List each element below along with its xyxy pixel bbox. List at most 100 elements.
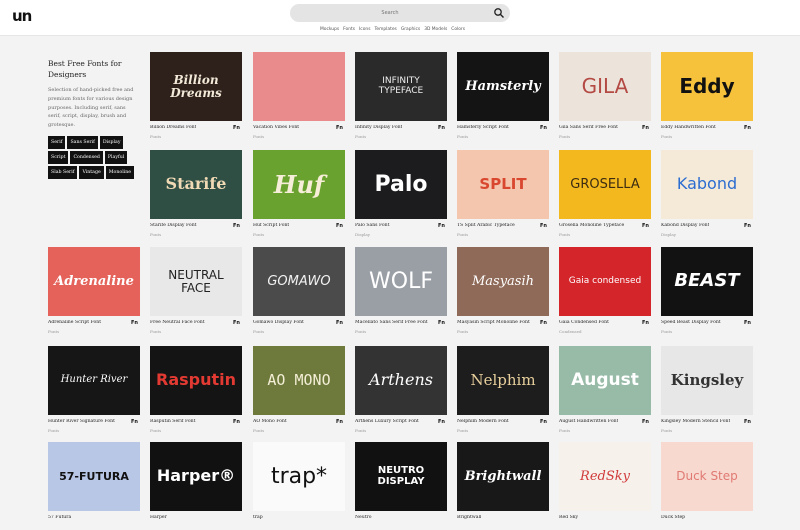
nav-3d-models[interactable]: 3D Models	[424, 27, 447, 35]
nav-fonts[interactable]: Fonts	[343, 27, 355, 35]
font-thumbnail[interactable]: Eddy	[661, 52, 753, 121]
nav-colors[interactable]: Colors	[451, 27, 465, 35]
font-thumbnail[interactable]: Adrenaline	[48, 247, 140, 316]
font-thumbnail[interactable]: Duck Step	[661, 442, 753, 511]
font-card[interactable]: Masyasih Masyasih Script Monoline Font Fn F…	[457, 247, 549, 335]
fn-badge[interactable]: Fn	[438, 320, 445, 326]
font-card[interactable]: NEUTRO DISPLAY Neutro	[355, 442, 447, 530]
font-card[interactable]: trap* trap	[253, 442, 345, 530]
font-card-title[interactable]: Grosella Monoline Typeface	[559, 223, 624, 228]
font-card[interactable]: Hamsterly Hamsterly Script Font Fn Fonts	[457, 52, 549, 140]
font-card[interactable]: GOMAWO Gomawo Display Font Fn Fonts	[253, 247, 345, 335]
tag-slab-serif[interactable]: Slab Serif	[48, 165, 78, 179]
font-thumbnail[interactable]: NEUTRAL FACE	[150, 247, 242, 316]
font-thumbnail[interactable]: Billion Dreams	[150, 52, 242, 121]
fn-badge[interactable]: Fn	[233, 419, 240, 425]
font-thumbnail[interactable]: WOLF	[355, 247, 447, 316]
font-card[interactable]: Starife Starife Display Font Fn Fonts	[150, 150, 242, 238]
fn-badge[interactable]: Fn	[233, 223, 240, 229]
font-thumbnail[interactable]: Nelphim	[457, 346, 549, 415]
font-card[interactable]: Adrenaline Adrenaline Script Font Fn Fonts	[48, 247, 140, 335]
nav-graphics[interactable]: Graphics	[401, 27, 420, 35]
tag-display[interactable]: Display	[99, 135, 124, 149]
font-thumbnail[interactable]: Rasputin	[150, 346, 242, 415]
font-card[interactable]: Brightwall Brightwall	[457, 442, 549, 530]
font-thumbnail[interactable]: BEAST	[661, 247, 753, 316]
font-thumbnail[interactable]: SPLIT	[457, 150, 549, 219]
font-card-title[interactable]: Hamsterly Script Font	[457, 125, 509, 130]
font-card-title[interactable]: Gomawo Display Font	[253, 320, 304, 325]
font-card-title[interactable]: Macellato Sans Serif Free Font	[355, 320, 428, 325]
font-card[interactable]: Vacation Vibes Font Fn Fonts	[253, 52, 345, 140]
fn-badge[interactable]: Fn	[131, 419, 138, 425]
font-card[interactable]: Huf Huf Script Font Fn Fonts	[253, 150, 345, 238]
font-card[interactable]: GROSELLA Grosella Monoline Typeface Fn Font…	[559, 150, 651, 238]
font-card-title[interactable]: Kabond Display Font	[661, 223, 709, 228]
font-card[interactable]: Gaia condensed Gaia Condensed Font Fn Conde…	[559, 247, 651, 335]
font-thumbnail[interactable]: Kingsley	[661, 346, 753, 415]
font-card-title[interactable]: Kingsley Modern Stencil Font	[661, 419, 730, 424]
font-card[interactable]: Kabond Kabond Display Font Fn Display	[661, 150, 753, 238]
font-card[interactable]: BEAST Speed Beast Display Font Fn Fonts	[661, 247, 753, 335]
font-card-title[interactable]: Duck Step	[661, 515, 685, 520]
font-thumbnail[interactable]: INFINITY TYPEFACE	[355, 52, 447, 121]
font-card-title[interactable]: Red Sky	[559, 515, 578, 520]
fn-badge[interactable]: Fn	[438, 125, 445, 131]
font-card-title[interactable]: Neutro	[355, 515, 372, 520]
font-card[interactable]: Harper® Harper	[150, 442, 242, 530]
font-card-title[interactable]: August Handwritten Font	[559, 419, 618, 424]
fn-badge[interactable]: Fn	[540, 419, 547, 425]
font-card-title[interactable]: Speed Beast Display Font	[661, 320, 721, 325]
font-card-title[interactable]: TS Split Arabic Typeface	[457, 223, 515, 228]
font-thumbnail[interactable]: Huf	[253, 150, 345, 219]
fn-badge[interactable]: Fn	[540, 125, 547, 131]
font-thumbnail[interactable]: Arthens	[355, 346, 447, 415]
font-card[interactable]: GILA Gila Sans Serif Free Font Fn Fonts	[559, 52, 651, 140]
fn-badge[interactable]: Fn	[336, 125, 343, 131]
tag-script[interactable]: Script	[48, 150, 69, 164]
fn-badge[interactable]: Fn	[540, 320, 547, 326]
font-thumbnail[interactable]: August	[559, 346, 651, 415]
fn-badge[interactable]: Fn	[131, 320, 138, 326]
font-card[interactable]: Kingsley Kingsley Modern Stencil Font Fn Fo…	[661, 346, 753, 434]
font-card-title[interactable]: Infinity Display Font	[355, 125, 402, 130]
font-thumbnail[interactable]: Gaia condensed	[559, 247, 651, 316]
font-thumbnail[interactable]: Masyasih	[457, 247, 549, 316]
fn-badge[interactable]: Fn	[744, 320, 751, 326]
font-card-title[interactable]: AO Mono Font	[253, 419, 287, 424]
fn-badge[interactable]: Fn	[642, 125, 649, 131]
font-card[interactable]: Palo Palo Sans Font Fn Display	[355, 150, 447, 238]
font-card-title[interactable]: Free Neutral Face Font	[150, 320, 205, 325]
fn-badge[interactable]: Fn	[642, 419, 649, 425]
font-card-title[interactable]: Billion Dreams Font	[150, 125, 196, 130]
font-card[interactable]: Eddy Eddy Handwritten Font Fn Fonts	[661, 52, 753, 140]
font-card-title[interactable]: 57 Futura	[48, 515, 71, 520]
tag-vintage[interactable]: Vintage	[79, 165, 104, 179]
font-thumbnail[interactable]: Hunter River	[48, 346, 140, 415]
fn-badge[interactable]: Fn	[744, 419, 751, 425]
font-thumbnail[interactable]: Starife	[150, 150, 242, 219]
fn-badge[interactable]: Fn	[336, 320, 343, 326]
tag-monoline[interactable]: Monoline	[105, 165, 135, 179]
nav-icons[interactable]: Icons	[359, 27, 370, 35]
font-card[interactable]: SPLIT TS Split Arabic Typeface Fn Fonts	[457, 150, 549, 238]
font-thumbnail[interactable]: RedSky	[559, 442, 651, 511]
font-card[interactable]: Hunter River Hunter River Signature Font F…	[48, 346, 140, 434]
font-thumbnail[interactable]: GILA	[559, 52, 651, 121]
site-logo[interactable]: un	[12, 7, 32, 25]
font-thumbnail[interactable]: Harper®	[150, 442, 242, 511]
tag-sans-serif[interactable]: Sans Serif	[67, 135, 98, 149]
font-thumbnail[interactable]: GOMAWO	[253, 247, 345, 316]
font-card-title[interactable]: Eddy Handwritten Font	[661, 125, 716, 130]
fn-badge[interactable]: Fn	[438, 419, 445, 425]
search-icon[interactable]	[493, 7, 505, 19]
tag-condensed[interactable]: Condensed	[70, 150, 103, 164]
font-thumbnail[interactable]: Brightwall	[457, 442, 549, 511]
font-card-title[interactable]: Gaia Condensed Font	[559, 320, 609, 325]
font-card[interactable]: Arthens Arthens Luxury Script Font Fn Fonts	[355, 346, 447, 434]
font-card-title[interactable]: Huf Script Font	[253, 223, 289, 228]
font-card[interactable]: 57-FUTURA 57 Futura	[48, 442, 140, 530]
fn-badge[interactable]: Fn	[744, 223, 751, 229]
font-card-title[interactable]: Brightwall	[457, 515, 481, 520]
font-card[interactable]: Nelphim Nelphim Modern Font Fn Fonts	[457, 346, 549, 434]
